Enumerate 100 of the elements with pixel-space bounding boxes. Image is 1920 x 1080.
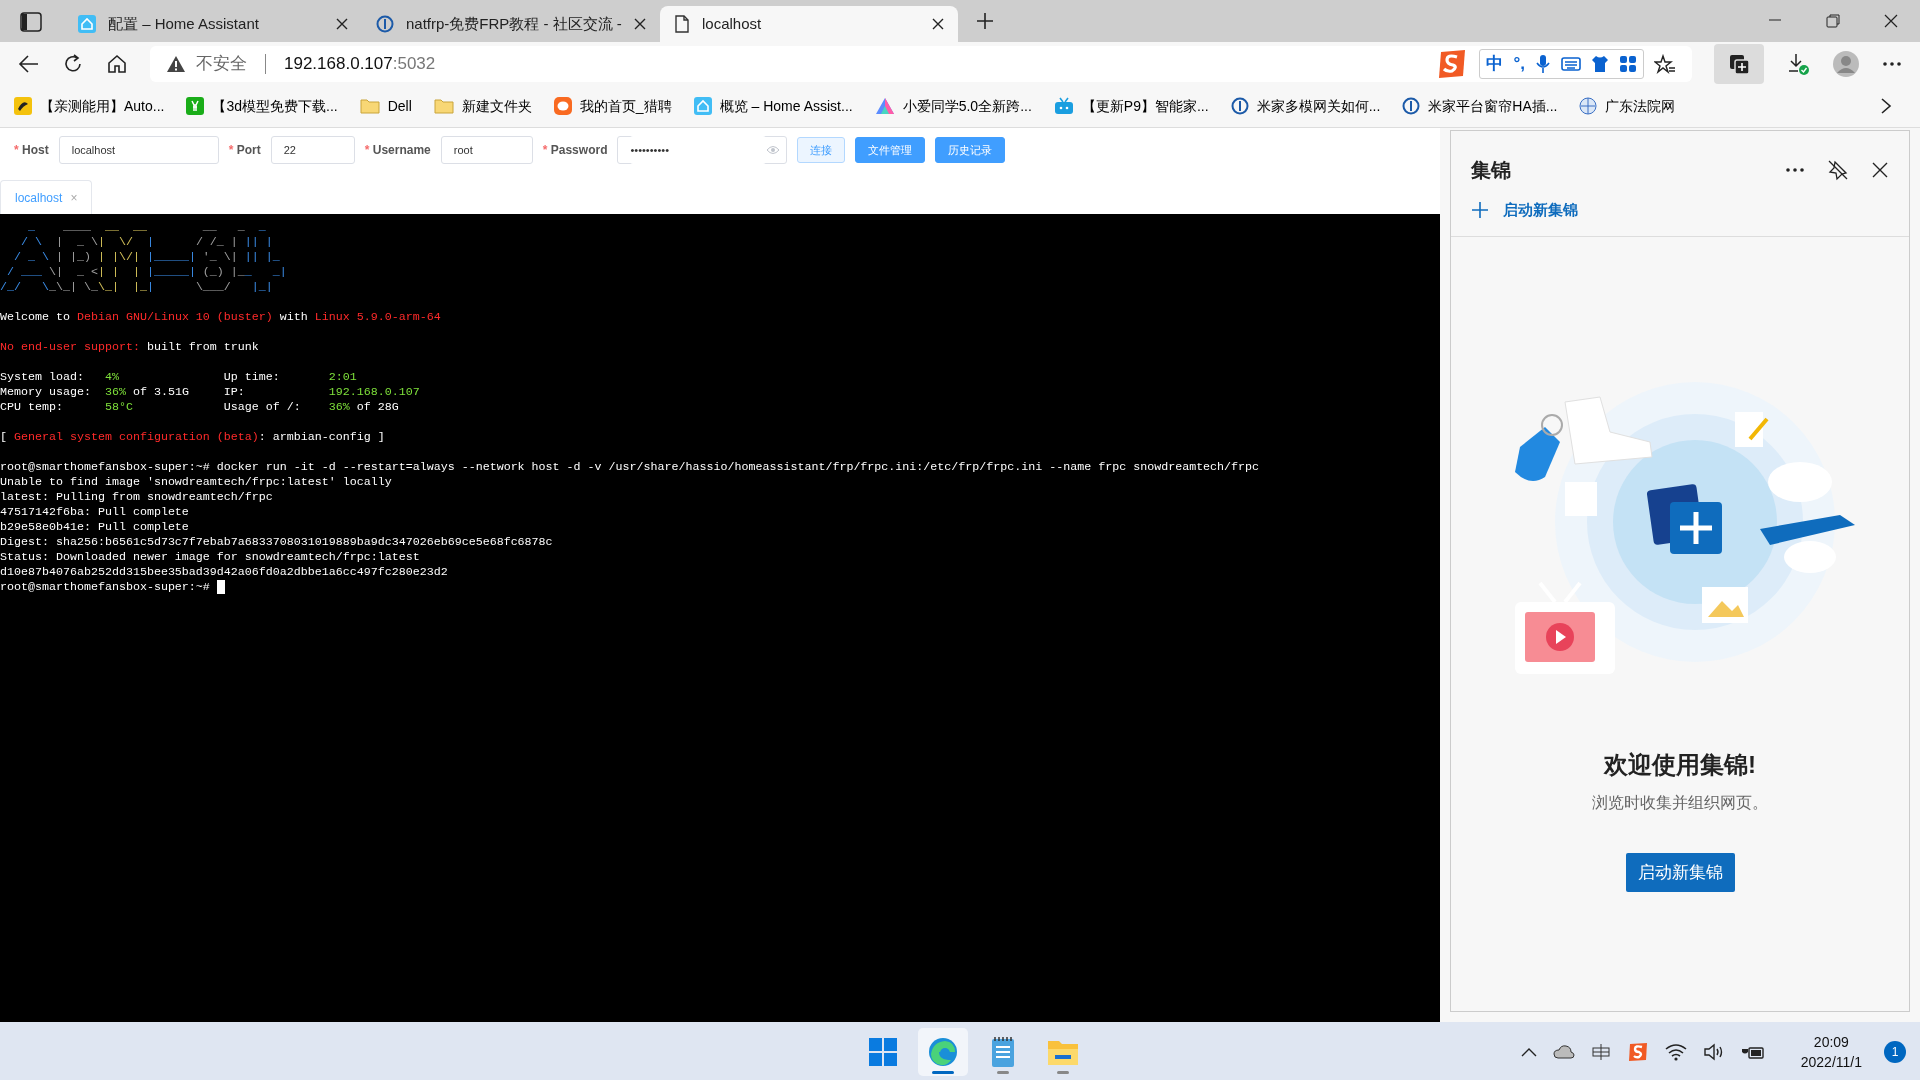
folder-icon — [433, 98, 454, 114]
globe-icon — [1579, 97, 1598, 115]
unpin-icon[interactable] — [1827, 159, 1849, 181]
password-field[interactable]: •••••••••• — [617, 136, 788, 164]
refresh-icon[interactable] — [62, 52, 84, 75]
bookmark-item[interactable]: Dell — [359, 95, 412, 117]
new-tab-icon[interactable] — [976, 12, 994, 30]
browser-tab[interactable]: localhost — [660, 6, 958, 42]
terminal-line: 47517142f6ba: Pull complete — [0, 505, 190, 520]
bookmark-item[interactable]: 【亲测能用】Auto... — [14, 95, 165, 117]
start-collection-button[interactable]: 启动新集锦 — [1625, 852, 1735, 892]
tv-icon — [1053, 97, 1074, 115]
more-icon[interactable] — [1882, 60, 1902, 67]
house-icon — [78, 15, 96, 33]
sogou-logo-icon[interactable] — [1626, 1041, 1649, 1063]
banner-art-line: / _ \ | |_) | |\/| |_____| '_ \| || |_ — [13, 250, 281, 265]
panel-title: 集锦 — [1471, 158, 1511, 183]
sidebar-toggle-icon[interactable] — [20, 12, 42, 32]
bookmark-item[interactable]: 概览 – Home Assist... — [693, 95, 853, 117]
chevron-right-icon[interactable] — [1880, 97, 1892, 115]
terminal-line: No end-user support: built from trunk — [0, 340, 260, 355]
warning-icon — [166, 54, 186, 73]
collections-button[interactable] — [1714, 43, 1764, 84]
ime-mode-label[interactable]: °, — [1513, 50, 1525, 77]
restore-icon[interactable] — [1824, 12, 1842, 30]
terminal-line: Memory usage: 36% of 3.51G IP: 192.168.0.107 — [0, 385, 421, 400]
eye-icon — [766, 145, 781, 155]
plus-icon — [1471, 201, 1489, 220]
close-icon[interactable] — [336, 18, 348, 30]
terminal-line: root@smarthomefansbox-super:~# — [0, 580, 1440, 595]
notification-badge[interactable]: 1 — [1884, 1041, 1906, 1063]
browser-tab[interactable]: 配置 – Home Assistant — [64, 6, 362, 42]
terminal-line: latest: Pulling from snowdreamtech/frpc — [0, 490, 274, 505]
microphone-icon[interactable] — [1535, 53, 1551, 74]
bookmark-item[interactable]: 小爱同学5.0全新跨... — [874, 95, 1032, 117]
ime-mode-label[interactable]: 中 — [1486, 50, 1504, 77]
house-icon — [693, 97, 712, 115]
shirt-icon[interactable] — [1591, 54, 1609, 73]
terminal-line: [ General system configuration (beta): armbian-config ] — [0, 430, 386, 445]
bookmark-item[interactable]: 米家多模网关如何... — [1230, 95, 1381, 117]
favorites-star-icon[interactable] — [1654, 53, 1676, 74]
grid-icon[interactable] — [1619, 54, 1637, 73]
notepad-icon — [990, 1036, 1016, 1068]
terminal-line: b29e58e0b41e: Pull complete — [0, 520, 190, 535]
terminal-line: Status: Downloaded newer image for snowdreamtech/frpc:latest — [0, 550, 421, 565]
security-label: 不安全 — [196, 52, 247, 75]
address-bar[interactable]: 不安全 192.168.0.107:5032 中 °, — [150, 45, 1692, 82]
bookmark-item[interactable]: 我的首页_猎聘 — [553, 95, 672, 117]
banner-art-line: _ ____ __ __ __ _ _ — [26, 220, 267, 235]
field-label: * Password — [542, 142, 608, 159]
banner-art-line: / ___ \| _ <| | | |_____| (_) |__ _| — [6, 265, 288, 280]
bookmark-item[interactable]: 【3d模型免费下载... — [186, 95, 338, 117]
wifi-icon[interactable] — [1664, 1043, 1687, 1061]
close-icon[interactable] — [1871, 161, 1889, 179]
terminal-line: root@smarthomefansbox-super:~# docker run -it -d --restart=always --network host -d -v /usr/share/hassio/homeassistant/frp/frpc.ini:/etc/frp/frpc.ini --name frpc snowdreamtech/frpc — [0, 460, 1261, 475]
terminal-line: Welcome to Debian GNU/Linux 10 (buster) with Linux 5.9.0-arm-64 — [0, 310, 442, 325]
field-label: * Host — [14, 142, 49, 159]
profile-avatar-icon[interactable] — [1832, 49, 1860, 78]
close-icon[interactable] — [1882, 12, 1900, 30]
download-icon[interactable] — [1786, 51, 1810, 76]
terminal-line: d10e87b4076ab252dd315bee35bad39d42a06fd0a2dbbe1a6cc497fc280e23d2 — [0, 565, 449, 580]
bookmark-item[interactable]: 【更新P9】智能家... — [1053, 95, 1209, 117]
close-icon[interactable] — [634, 18, 646, 30]
ring-icon — [376, 15, 394, 33]
url-text: 192.168.0.107:5032 — [284, 52, 436, 75]
bookmark-item[interactable]: 米家平台窗帘HA插... — [1402, 95, 1558, 117]
clock[interactable]: 20:09 2022/11/1 — [1794, 1031, 1868, 1073]
input-method-icon[interactable] — [1590, 1042, 1611, 1062]
input-field[interactable]: 22 — [270, 136, 355, 164]
folder-icon — [1047, 1038, 1079, 1066]
terminal-line: System load: 4% Up time: 2:01 — [0, 370, 358, 385]
field-label: * Port — [228, 142, 261, 159]
more-icon[interactable] — [1785, 167, 1805, 173]
banner-art-line: /_/ \_\_| \_\_| |_| \___/ |_| — [0, 280, 274, 295]
triangle-icon — [874, 97, 895, 115]
ring-icon — [1230, 97, 1249, 115]
cursor — [216, 580, 225, 594]
chat-bubble-icon — [553, 97, 572, 115]
speaker-icon[interactable] — [1702, 1043, 1725, 1061]
welcome-subtitle: 浏览时收集并组织网页。 — [1592, 792, 1768, 813]
windows-logo-icon — [868, 1037, 898, 1067]
banner-art-line: / \ | _ \| \/ | / /_ | || | — [20, 235, 274, 250]
bookmark-item[interactable]: 广东法院网 — [1579, 95, 1676, 117]
close-icon[interactable] — [932, 18, 944, 30]
browser-tab[interactable]: natfrp-免费FRP教程 - 社区交流 - — [362, 6, 660, 42]
collections-icon — [1728, 52, 1750, 75]
welcome-heading: 欢迎使用集锦! — [1604, 749, 1756, 780]
home-icon[interactable] — [106, 52, 128, 75]
bookmark-item[interactable]: 新建文件夹 — [433, 95, 532, 117]
cloud-icon[interactable] — [1552, 1044, 1575, 1060]
back-icon[interactable] — [18, 53, 40, 74]
field-label: * Username — [364, 142, 431, 159]
input-field[interactable]: root — [440, 136, 533, 164]
taskbar-app[interactable] — [918, 1028, 968, 1076]
start-collection-link[interactable]: 启动新集锦 — [1471, 185, 1578, 236]
keyboard-icon[interactable] — [1561, 55, 1581, 72]
folder-icon — [359, 98, 380, 114]
chevron-up-icon[interactable] — [1520, 1047, 1537, 1057]
input-field[interactable]: localhost — [58, 136, 219, 164]
terminal-line: CPU temp: 58°C Usage of /: 36% of 28G — [0, 400, 400, 415]
